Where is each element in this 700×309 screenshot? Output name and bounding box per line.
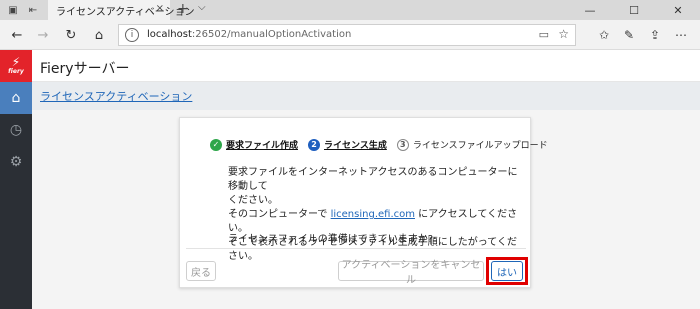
activation-dialog: ✓ 要求ファイル作成 2 ライセンス生成 3 ライセンスファイルアップロード 要… <box>179 117 548 288</box>
instruction-line: 要求ファイルをインターネットアクセスのあるコンピューターに移動して <box>228 167 518 192</box>
address-bar[interactable]: i localhost:26502/manualOptionActivation… <box>118 24 576 46</box>
step-1: ✓ 要求ファイル作成 <box>210 138 298 151</box>
home-icon: ⌂ <box>11 90 21 106</box>
app-header: Fieryサーバー <box>32 50 700 82</box>
tab-title: ライセンスアクティベーション <box>56 6 195 18</box>
divider <box>186 248 526 249</box>
tab-aside-icon[interactable]: ⇤ <box>26 3 40 17</box>
step-indicator: ✓ 要求ファイル作成 2 ライセンス生成 3 ライセンスファイルアップロード <box>210 138 558 151</box>
instruction-line: ください。 <box>228 195 278 206</box>
site-info-icon[interactable]: i <box>125 28 139 42</box>
step-3: 3 ライセンスファイルアップロード <box>396 138 548 151</box>
step-label: ライセンス生成 <box>324 141 387 151</box>
logo-bolt-icon: ⚡ <box>11 55 21 69</box>
home-nav-icon[interactable]: ⌂ <box>90 26 108 44</box>
close-window-button[interactable]: ✕ <box>656 0 700 20</box>
back-arrow-icon[interactable]: ← <box>8 26 26 44</box>
sidebar-item-history[interactable]: ◷ <box>0 114 32 146</box>
step-number: 2 <box>308 138 321 151</box>
step-label: ライセンスファイルアップロード <box>412 141 548 151</box>
browser-tab[interactable]: ライセンスアクティベーション × <box>48 0 195 20</box>
reading-view-icon[interactable]: ▭ <box>539 28 549 41</box>
share-icon[interactable]: ⇪ <box>646 26 664 44</box>
back-button[interactable]: 戻る <box>186 261 216 281</box>
step-complete-icon: ✓ <box>210 138 222 151</box>
question-text: ライセンスファイルの準備はできていますか? <box>228 234 434 245</box>
browser-tab-strip: ▣ ⇤ ライセンスアクティベーション × + ⌵ — ☐ ✕ <box>0 0 700 20</box>
minimize-button[interactable]: — <box>568 0 612 20</box>
step-2: 2 ライセンス生成 <box>308 138 387 151</box>
forward-arrow-icon[interactable]: → <box>34 26 52 44</box>
step-label: 要求ファイル作成 <box>226 141 299 151</box>
instruction-text: そのコンピューターで <box>228 209 331 220</box>
refresh-icon[interactable]: ↻ <box>62 26 80 44</box>
tab-preview-icon[interactable]: ▣ <box>6 3 20 17</box>
history-icon: ◷ <box>9 122 23 138</box>
pen-icon[interactable]: ✎ <box>620 26 638 44</box>
more-icon[interactable]: ⋯ <box>672 26 690 44</box>
browser-navbar: ← → ↻ ⌂ i localhost:26502/manualOptionAc… <box>0 20 700 50</box>
yes-button[interactable]: はい <box>491 261 523 281</box>
url-host: localhost <box>147 29 192 40</box>
favorite-star-icon[interactable]: ☆ <box>558 27 569 41</box>
tab-close-icon[interactable]: × <box>156 3 164 14</box>
tab-dropdown-icon[interactable]: ⌵ <box>198 2 206 13</box>
maximize-button[interactable]: ☐ <box>612 0 656 20</box>
breadcrumb: ライセンスアクティベーション <box>32 82 700 110</box>
logo-text: fiery <box>8 68 24 75</box>
instructions: 要求ファイルをインターネットアクセスのあるコンピューターに移動して ください。 … <box>228 166 518 264</box>
url-path: :26502/manualOptionActivation <box>191 29 352 40</box>
tab-icons: ▣ ⇤ <box>6 3 40 17</box>
app-sidebar: ⚡ fiery ⌂ ◷ ⚙ <box>0 50 32 309</box>
step-number: 3 <box>396 138 409 151</box>
new-tab-icon[interactable]: + <box>177 1 189 17</box>
page-title: Fieryサーバー <box>40 61 130 77</box>
breadcrumb-link[interactable]: ライセンスアクティベーション <box>40 88 192 104</box>
favorites-icon[interactable]: ✩ <box>595 26 613 44</box>
url-text[interactable]: localhost:26502/manualOptionActivation <box>147 29 351 40</box>
window-controls: — ☐ ✕ <box>568 0 700 20</box>
licensing-link[interactable]: licensing.efi.com <box>331 209 415 220</box>
fiery-logo: ⚡ fiery <box>0 50 32 82</box>
sidebar-item-home[interactable]: ⌂ <box>0 82 32 114</box>
gear-icon: ⚙ <box>9 154 23 170</box>
sidebar-item-settings[interactable]: ⚙ <box>0 146 32 178</box>
cancel-activation-button[interactable]: アクティベーションをキャンセル <box>338 260 484 286</box>
